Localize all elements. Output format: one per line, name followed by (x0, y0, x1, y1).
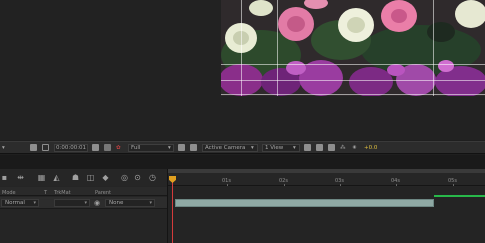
graph-editor-icon[interactable]: ⊙ (133, 173, 142, 182)
chevron-down-icon: ▾ (251, 145, 254, 151)
mode-column-header[interactable]: Mode (2, 190, 16, 196)
t-column-header[interactable]: T (44, 190, 47, 196)
ruler-tick (453, 184, 454, 186)
chevron-down-icon: ▾ (149, 200, 152, 206)
grid-guide (221, 94, 485, 95)
grid-guide (221, 80, 485, 81)
layer-column-header (0, 187, 168, 196)
mask-toggle-icon[interactable] (42, 144, 49, 151)
ruler-tick (284, 184, 285, 186)
parent-value: None (109, 200, 124, 206)
stopwatch-icon[interactable]: ◷ (148, 173, 157, 182)
grid-toggle-icon[interactable] (30, 144, 37, 151)
timeline-icon[interactable] (328, 144, 335, 151)
region-of-interest-icon[interactable] (178, 144, 185, 151)
snapshot-camera-icon[interactable] (92, 144, 99, 151)
trkmat-dropdown[interactable]: ▾ (54, 199, 90, 207)
panel-divider (0, 155, 485, 169)
grid-guide (433, 0, 434, 96)
show-snapshot-icon[interactable] (104, 144, 111, 151)
parent-dropdown[interactable]: None ▾ (105, 199, 155, 207)
camera-value: Active Camera (205, 145, 246, 151)
toggle-pixel-aspect-icon[interactable] (304, 144, 311, 151)
ruler-tick (227, 184, 228, 186)
ruler-tick (396, 184, 397, 186)
ruler-tick (340, 184, 341, 186)
composition-mini-flowchart-icon[interactable]: ⇹ (16, 173, 25, 182)
flower-bouquet-image (221, 0, 485, 96)
hide-shy-layers-icon[interactable]: ◭ (52, 173, 61, 182)
pick-whip-icon[interactable]: ◉ (94, 200, 102, 207)
work-area-end-marker (434, 195, 485, 197)
search-field-icon[interactable]: ▪ (0, 173, 9, 182)
chevron-down-icon: ▾ (293, 145, 296, 151)
panel-splitter[interactable] (167, 169, 168, 243)
parent-column-header[interactable]: Parent (95, 190, 111, 196)
zoom-dropdown-arrow-icon[interactable]: ▾ (2, 144, 5, 152)
flowchart-icon[interactable]: ⁂ (340, 144, 346, 152)
mode-dropdown[interactable]: Normal ▾ (1, 199, 39, 207)
transparency-grid-icon[interactable] (190, 144, 197, 151)
resolution-value: Full (131, 145, 141, 151)
work-area-bar[interactable] (168, 169, 485, 173)
auto-keyframe-icon[interactable]: ◎ (120, 173, 129, 182)
layer-duration-bar[interactable] (175, 199, 434, 207)
grid-guide (221, 64, 485, 65)
color-channels-icon[interactable]: ✿ (116, 144, 121, 152)
chevron-down-icon: ▾ (84, 200, 87, 206)
draft-3d-icon[interactable]: ▦ (37, 173, 46, 182)
timecode-value: 0:00:00:01 (56, 145, 87, 151)
exposure-reset-icon[interactable]: ✳ (352, 144, 357, 152)
frame-blending-icon[interactable]: ☗ (71, 173, 80, 182)
chevron-down-icon: ▾ (168, 145, 171, 151)
grid-guide (241, 0, 242, 96)
current-time-indicator-line[interactable] (172, 180, 173, 243)
motion-blur-icon[interactable]: ◫ (86, 173, 95, 182)
timeline-toolbar (0, 169, 168, 186)
fast-previews-icon[interactable] (316, 144, 323, 151)
mode-value: Normal (5, 200, 25, 206)
grid-guide (277, 0, 278, 96)
exposure-value[interactable]: +0.0 (364, 144, 377, 152)
brainstorm-icon[interactable]: ◆ (101, 173, 110, 182)
views-value: 1 View (265, 145, 284, 151)
composition-frame-image[interactable] (221, 0, 485, 96)
trkmat-column-header[interactable]: TrkMat (54, 190, 71, 196)
chevron-down-icon: ▾ (33, 200, 36, 206)
